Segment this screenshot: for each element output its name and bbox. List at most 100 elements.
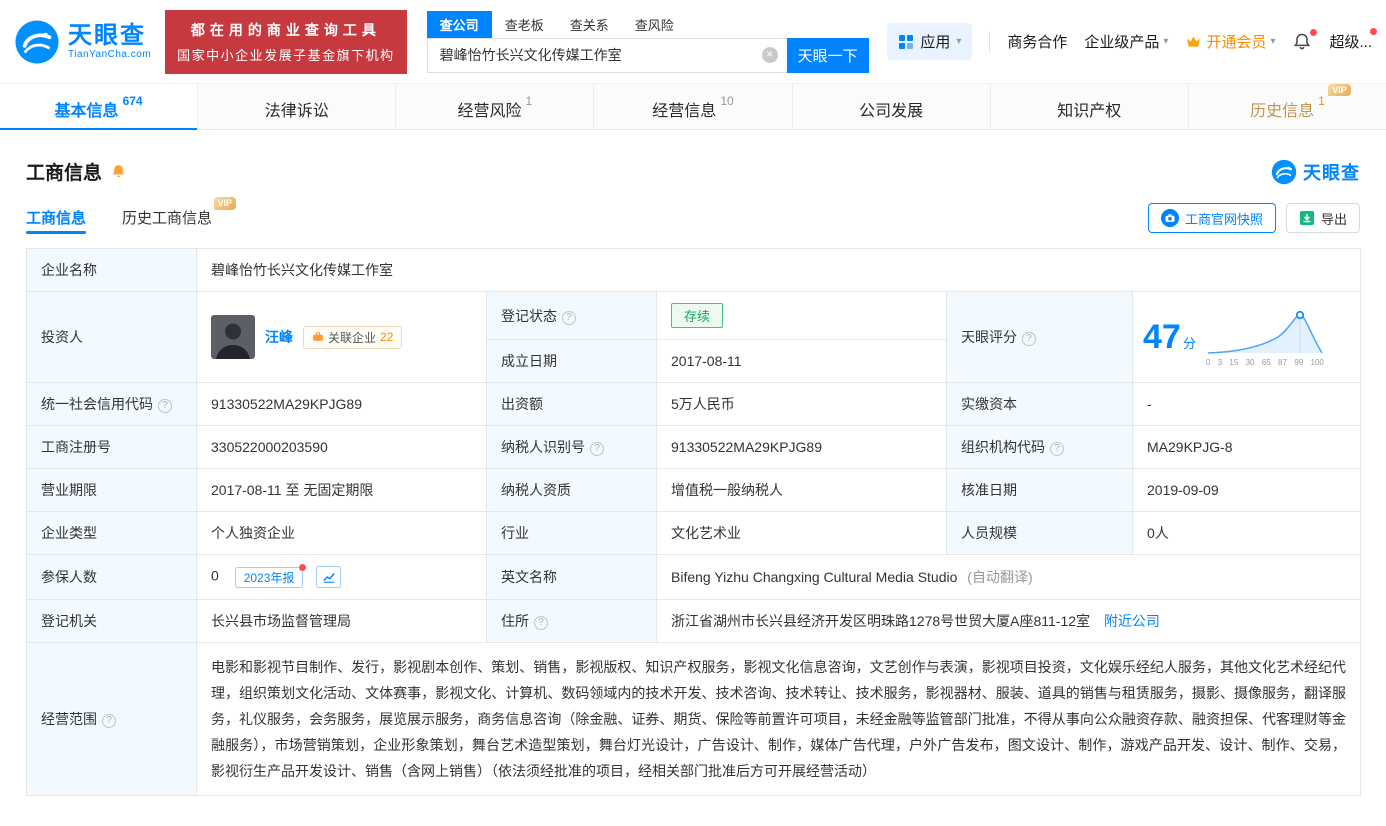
field-label-english-name: 英文名称 xyxy=(487,555,657,600)
subtab-business-info[interactable]: 工商信息 xyxy=(26,207,86,241)
field-label-business-term: 营业期限 xyxy=(27,469,197,512)
bell-icon xyxy=(1292,32,1312,52)
insured-trend-button[interactable] xyxy=(316,566,341,588)
score-unit: 分 xyxy=(1183,336,1196,351)
search-tab-boss[interactable]: 查老板 xyxy=(492,11,557,38)
export-icon xyxy=(1299,210,1315,226)
vip-badge: VIP xyxy=(214,197,237,210)
field-label-taxpayer-id: 纳税人识别号? xyxy=(487,426,657,469)
help-icon[interactable]: ? xyxy=(1050,442,1064,456)
watermark-brand: 天眼查 xyxy=(1271,159,1360,185)
field-value-address: 浙江省湖州市长兴县经济开发区明珠路1278号世贸大厦A座811-12室 附近公司 xyxy=(657,600,1361,643)
nav-divider xyxy=(989,31,990,53)
investor-name-link[interactable]: 汪峰 xyxy=(265,327,293,347)
field-label-reg-authority: 登记机关 xyxy=(27,600,197,643)
help-icon[interactable]: ? xyxy=(562,311,576,325)
tab-basic-info[interactable]: 基本信息674 xyxy=(0,84,198,129)
field-value-taxpayer-quality: 增值税一般纳税人 xyxy=(657,469,947,512)
field-label-credit-code: 统一社会信用代码? xyxy=(27,383,197,426)
subscribe-bell-icon[interactable] xyxy=(110,163,127,180)
nav-enterprise-products[interactable]: 企业级产品 ▾ xyxy=(1084,31,1168,52)
field-label-score: 天眼评分? xyxy=(947,292,1133,383)
auto-translate-note: (自动翻译) xyxy=(967,569,1032,585)
tab-count: 1 xyxy=(526,94,533,108)
related-companies-count: 22 xyxy=(380,330,393,344)
investor-avatar[interactable] xyxy=(211,315,255,359)
related-companies-badge[interactable]: 关联企业 22 xyxy=(303,326,402,349)
business-info-table: 企业名称 碧峰怡竹长兴文化传媒工作室 投资人 汪峰 xyxy=(26,248,1361,796)
chevron-down-icon: ▾ xyxy=(1163,36,1168,47)
help-icon[interactable]: ? xyxy=(590,442,604,456)
search-input[interactable] xyxy=(428,39,787,72)
subtab-history-business-info[interactable]: 历史工商信息 VIP xyxy=(122,207,212,241)
search-tab-company[interactable]: 查公司 xyxy=(427,11,492,38)
slogan-line2: 国家中小企业发展子基金旗下机构 xyxy=(177,45,395,64)
field-value-english-name: Bifeng Yizhu Changxing Cultural Media St… xyxy=(657,555,1361,600)
field-value-taxpayer-id: 91330522MA29KPJG89 xyxy=(657,426,947,469)
tianyancha-logo-icon xyxy=(14,19,60,65)
field-value-company-type: 个人独资企业 xyxy=(197,512,487,555)
tab-count: 1 xyxy=(1318,94,1325,108)
field-value-reg-authority: 长兴县市场监督管理局 xyxy=(197,600,487,643)
field-value-business-scope: 电影和影视节目制作、发行，影视剧本创作、策划、销售，影视版权、知识产权服务，影视… xyxy=(197,643,1361,796)
score-curve xyxy=(1206,307,1324,357)
nav-business-coop[interactable]: 商务合作 xyxy=(1007,31,1067,52)
help-icon[interactable]: ? xyxy=(102,714,116,728)
company-section-tabs: 基本信息674 法律诉讼 经营风险1 经营信息10 公司发展 知识产权 历史信息… xyxy=(0,83,1386,130)
tab-operation-risk[interactable]: 经营风险1 xyxy=(396,84,594,129)
tianyancha-page: 天眼查 TianYanCha.com 都在用的商业查询工具 国家中小企业发展子基… xyxy=(0,0,1386,826)
nearby-companies-link[interactable]: 附近公司 xyxy=(1104,613,1160,629)
apps-menu-button[interactable]: 应用 ▾ xyxy=(887,23,972,60)
nav-open-vip[interactable]: 开通会员 ▾ xyxy=(1185,31,1275,52)
person-photo-placeholder xyxy=(211,315,255,359)
field-label-taxpayer-quality: 纳税人资质 xyxy=(487,469,657,512)
score-axis-ticks: 031530658799100 xyxy=(1206,358,1324,367)
field-value-reg-number: 330522000203590 xyxy=(197,426,487,469)
tianyancha-logo[interactable]: 天眼查 TianYanCha.com xyxy=(14,19,151,65)
logo-domain: TianYanCha.com xyxy=(68,49,151,60)
tab-operation-info[interactable]: 经营信息10 xyxy=(594,84,792,129)
notification-bell[interactable] xyxy=(1292,32,1312,52)
annual-report-badge[interactable]: 2023年报 xyxy=(235,567,304,588)
field-label-industry: 行业 xyxy=(487,512,657,555)
tab-company-development[interactable]: 公司发展 xyxy=(793,84,991,129)
field-label-capital: 出资额 xyxy=(487,383,657,426)
field-label-paid-capital: 实缴资本 xyxy=(947,383,1133,426)
slogan-line1: 都在用的商业查询工具 xyxy=(177,20,395,40)
official-snapshot-button[interactable]: 工商官网快照 xyxy=(1148,203,1276,233)
search-tab-risk[interactable]: 查风险 xyxy=(622,11,687,38)
badge-dot xyxy=(299,564,306,571)
table-row: 登记机关 长兴县市场监督管理局 住所? 浙江省湖州市长兴县经济开发区明珠路127… xyxy=(27,600,1361,643)
crown-icon xyxy=(1185,33,1202,50)
tab-intellectual-property[interactable]: 知识产权 xyxy=(991,84,1189,129)
tab-count: 10 xyxy=(720,94,733,108)
table-row: 营业期限 2017-08-11 至 无固定期限 纳税人资质 增值税一般纳税人 核… xyxy=(27,469,1361,512)
table-row: 投资人 汪峰 xyxy=(27,292,1361,340)
field-label-investor: 投资人 xyxy=(27,292,197,383)
tianyancha-logo-icon xyxy=(1271,159,1297,185)
field-value-insured: 0 2023年报 xyxy=(197,555,487,600)
search-button[interactable]: 天眼一下 xyxy=(787,38,869,73)
field-label-insured: 参保人数 xyxy=(27,555,197,600)
nav-super-vip[interactable]: 超级... xyxy=(1329,31,1372,52)
clear-search-icon[interactable]: × xyxy=(762,47,778,63)
tab-legal-litigation[interactable]: 法律诉讼 xyxy=(198,84,396,129)
search-tab-relation[interactable]: 查关系 xyxy=(557,11,622,38)
business-info-section: 工商信息 天眼查 工商信息 历史工商信息 VIP xyxy=(0,130,1386,826)
export-button[interactable]: 导出 xyxy=(1286,203,1360,233)
table-row: 参保人数 0 2023年报 英文名称 B xyxy=(27,555,1361,600)
field-label-company-name: 企业名称 xyxy=(27,249,197,292)
apps-label: 应用 xyxy=(920,31,950,52)
field-value-capital: 5万人民币 xyxy=(657,383,947,426)
field-label-reg-status: 登记状态? xyxy=(487,292,657,340)
notification-dot xyxy=(1310,29,1317,36)
help-icon[interactable]: ? xyxy=(1022,332,1036,346)
help-icon[interactable]: ? xyxy=(158,399,172,413)
field-value-company-name: 碧峰怡竹长兴文化传媒工作室 xyxy=(197,249,1361,292)
field-label-reg-number: 工商注册号 xyxy=(27,426,197,469)
field-value-establish-date: 2017-08-11 xyxy=(657,340,947,383)
help-icon[interactable]: ? xyxy=(534,616,548,630)
field-value-score: 47分 031530658799100 xyxy=(1133,292,1361,383)
field-label-business-scope: 经营范围? xyxy=(27,643,197,796)
tab-history-info[interactable]: 历史信息 1 VIP xyxy=(1189,84,1386,129)
